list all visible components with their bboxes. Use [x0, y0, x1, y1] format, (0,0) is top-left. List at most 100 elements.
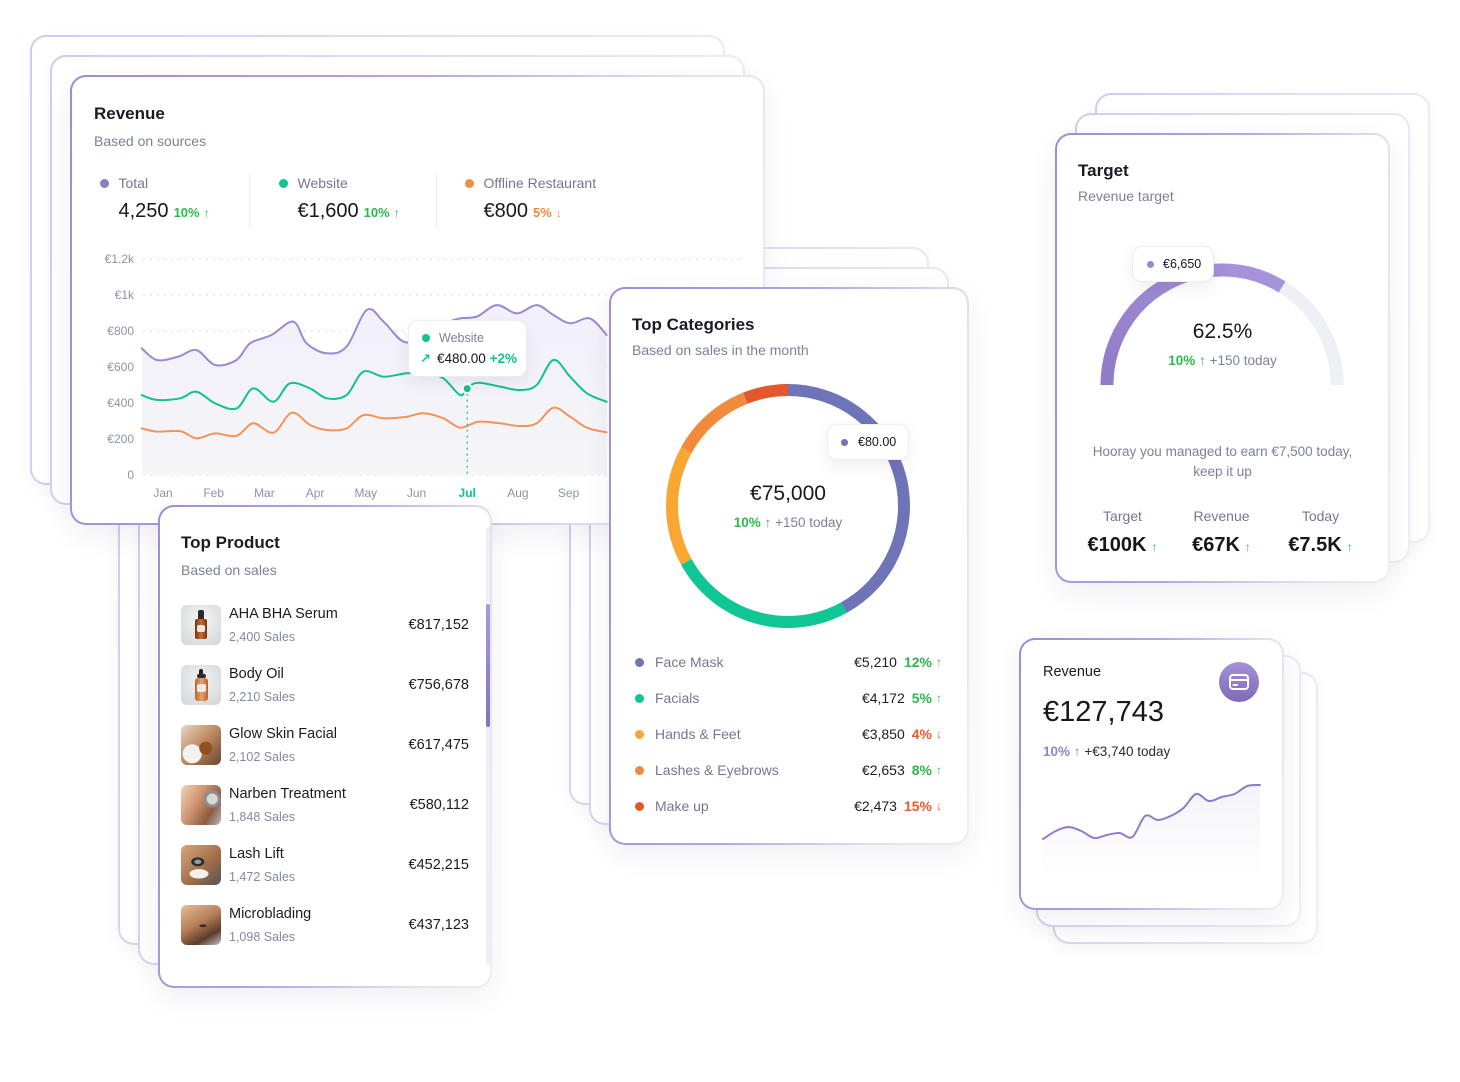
y-tick-label: €800: [107, 324, 134, 338]
stat-label: Target: [1103, 508, 1142, 524]
product-sales: 1,848 Sales: [229, 810, 296, 824]
product-row[interactable]: Lash Lift 1,472 Sales €452,215: [181, 845, 469, 885]
category-row[interactable]: Make up €2,473 15% ↓: [632, 796, 942, 816]
arrow-up-icon: ↑: [1244, 540, 1251, 554]
product-row[interactable]: Glow Skin Facial 2,102 Sales €617,475: [181, 725, 469, 765]
arrow-up-icon: ↑: [936, 655, 942, 669]
category-value: €2,653: [861, 762, 905, 778]
x-tick-label: Jul: [459, 486, 476, 500]
stat-change: 10%: [173, 205, 200, 220]
credit-card-glyph: [1229, 674, 1249, 690]
category-name: Lashes & Eyebrows: [655, 762, 779, 778]
product-name: Lash Lift: [229, 846, 284, 862]
arrow-up-icon: ↑: [203, 206, 210, 220]
donut-segment-facials[interactable]: [681, 558, 847, 628]
stat-change: 5%: [533, 205, 552, 220]
gauge-change: 10% ↑ +150 today: [1057, 352, 1388, 370]
category-dot: [635, 729, 644, 739]
trend-arrow-icon: ↗: [420, 351, 431, 366]
product-thumbnail: [181, 725, 221, 765]
category-change: 5%: [911, 690, 932, 706]
stat-divider: [249, 173, 250, 228]
category-row[interactable]: Hands & Feet €3,850 4% ↓: [632, 724, 942, 744]
arrow-up-icon: ↑: [1151, 540, 1158, 554]
arrow-up-icon: ↑: [936, 691, 942, 705]
change-today: +150 today: [775, 515, 843, 530]
donut-segment-make-up[interactable]: [743, 384, 789, 404]
card-title: Top Categories: [632, 315, 755, 334]
tooltip-series-label: Website: [439, 331, 484, 345]
category-change: 15%: [903, 798, 932, 814]
card-title: Revenue: [1043, 664, 1102, 680]
area-fill-total: [141, 305, 607, 475]
target-card: Target Revenue target €6,650 62.5% 10% ↑…: [1055, 133, 1390, 583]
product-name: Glow Skin Facial: [229, 726, 337, 742]
stat-value: €800: [483, 200, 529, 222]
arrow-up-icon: ↑: [1346, 540, 1353, 554]
tooltip-change: +2%: [489, 351, 517, 366]
arrow-down-icon: ↓: [555, 206, 562, 220]
y-tick-label: €400: [107, 396, 134, 410]
stat-label: Website: [297, 175, 348, 191]
product-row[interactable]: Body Oil 2,210 Sales €756,678: [181, 665, 469, 705]
donut-segment-lashes-eyebrows[interactable]: [681, 392, 748, 454]
x-tick-label: Jan: [153, 486, 172, 500]
arrow-up-icon: ↑: [764, 515, 772, 530]
category-name: Hands & Feet: [655, 726, 741, 742]
change-today: +150 today: [1209, 353, 1277, 368]
x-tick-label: Mar: [254, 486, 275, 500]
credit-card-icon[interactable]: [1219, 662, 1259, 702]
category-row[interactable]: Lashes & Eyebrows €2,653 8% ↑: [632, 760, 942, 780]
product-row[interactable]: AHA BHA Serum 2,400 Sales €817,152: [181, 605, 469, 645]
stat-website: Website €1,600 10% ↑: [278, 174, 400, 224]
x-tick-label: Jun: [407, 486, 426, 500]
category-row[interactable]: Facials €4,172 5% ↑: [632, 688, 942, 708]
product-row[interactable]: Narben Treatment 1,848 Sales €580,112: [181, 785, 469, 825]
product-revenue: €580,112: [409, 797, 469, 813]
category-change: 4%: [911, 726, 932, 742]
arrow-up-icon: ↑: [393, 206, 400, 220]
product-thumbnail: [181, 605, 221, 645]
product-revenue: €817,152: [408, 617, 469, 633]
chart-tooltip: Website ↗ €480.00 +2%: [408, 320, 527, 377]
legend-dot-website: [278, 178, 288, 188]
card-subtitle: Based on sales in the month: [632, 342, 809, 358]
x-tick-label: Sep: [558, 486, 580, 500]
category-value: €5,210: [854, 654, 897, 670]
product-sales: 2,102 Sales: [229, 750, 296, 764]
change-percent: 10%: [1043, 744, 1071, 759]
product-name: Body Oil: [229, 666, 284, 682]
stat-offline-restaurant: Offline Restaurant €800 5% ↓: [464, 174, 597, 224]
category-name: Make up: [655, 798, 709, 814]
highlight-point[interactable]: [461, 383, 473, 395]
stat-total: Total 4,250 10% ↑: [99, 174, 210, 224]
stat-value: 4,250: [118, 200, 169, 222]
stat-value: €100K: [1087, 534, 1147, 556]
tooltip-amount: €480.00: [437, 351, 486, 366]
arrow-up-icon: ↑: [1073, 744, 1081, 759]
stat-value: €1,600: [297, 200, 359, 222]
product-name: Microblading: [229, 906, 312, 922]
top-categories-card: Top Categories Based on sales in the mon…: [609, 287, 969, 845]
card-subtitle: Revenue target: [1078, 188, 1174, 204]
tooltip-series-dot: [422, 334, 430, 342]
scrollbar-thumb[interactable]: [486, 604, 490, 727]
product-name: AHA BHA Serum: [229, 606, 338, 622]
stat-value: €67K: [1192, 534, 1240, 556]
tooltip-value: €6,650: [1163, 257, 1202, 271]
scrollbar-track[interactable]: [486, 527, 490, 965]
revenue-mini-card: Revenue €127,743 10% ↑ +€3,740 today: [1019, 638, 1284, 910]
category-change: 12%: [903, 654, 932, 670]
x-tick-label: Feb: [203, 486, 224, 500]
x-tick-label: Aug: [507, 486, 528, 500]
stat-change: 10%: [363, 205, 390, 220]
category-row[interactable]: Face Mask €5,210 12% ↑: [632, 652, 942, 672]
product-revenue: €756,678: [408, 677, 469, 693]
stat-label: Offline Restaurant: [483, 175, 597, 191]
revenue-stat: Revenue €67K ↑: [1172, 507, 1271, 560]
category-dot: [635, 801, 644, 811]
product-sales: 1,472 Sales: [229, 870, 296, 884]
category-value: €2,473: [854, 798, 897, 814]
stat-label: Revenue: [1193, 508, 1250, 524]
product-row[interactable]: Microblading 1,098 Sales €437,123: [181, 905, 469, 945]
